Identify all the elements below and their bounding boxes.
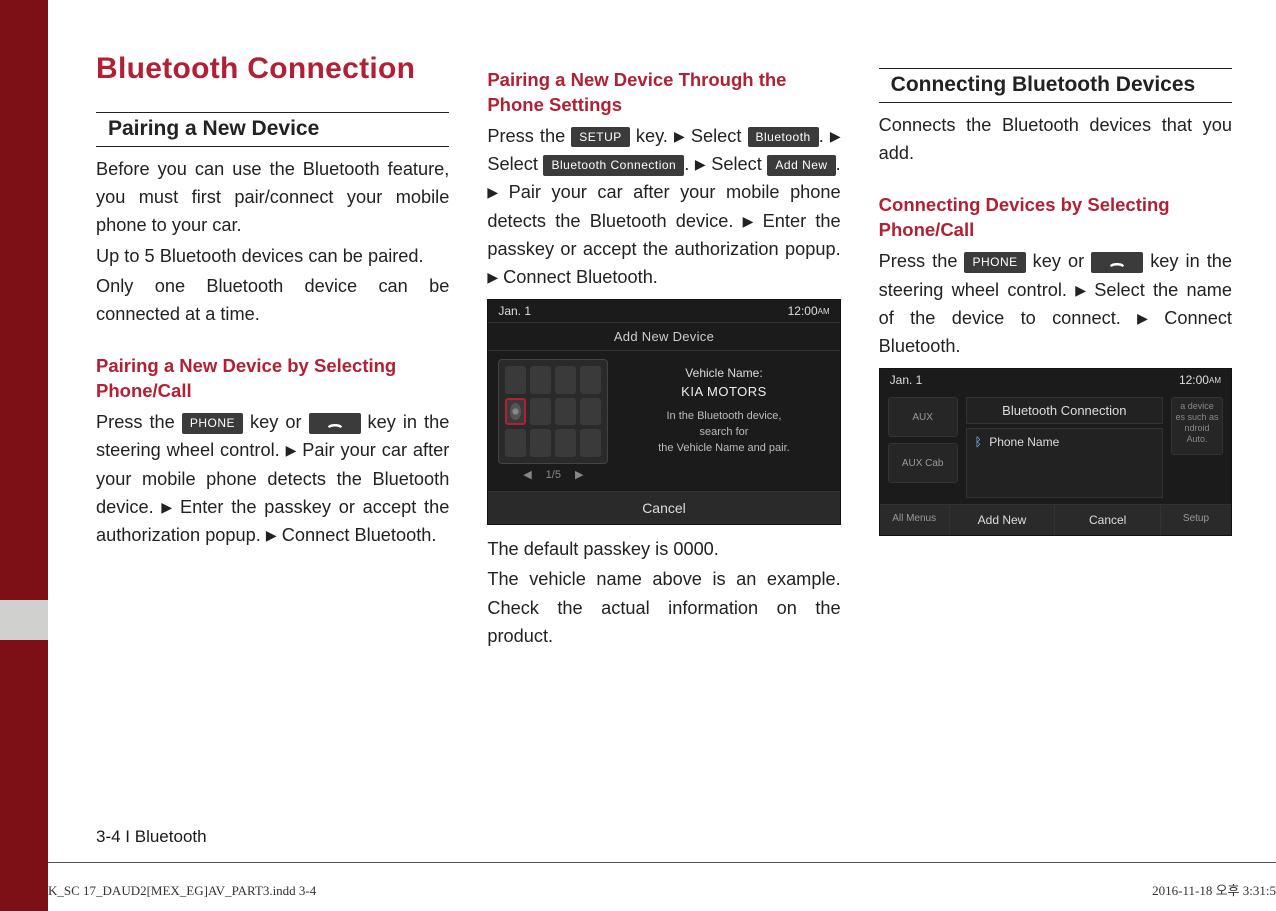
panel-title: Bluetooth Connection (966, 397, 1163, 424)
hint: In the Bluetooth device, (618, 409, 829, 425)
settings-app-icon (505, 398, 526, 426)
shot-info: Vehicle Name: KIA MOTORS In the Bluetoot… (618, 359, 829, 487)
txt: Select (685, 126, 748, 146)
screenshot-add-new-device: Jan. 1 12:00AM Add New Device ◀ 1/5 (487, 299, 840, 525)
page-number: 3-4 I Bluetooth (96, 827, 207, 847)
column-3: Connecting Bluetooth Devices Connects th… (879, 52, 1232, 652)
txt: Select (487, 154, 543, 174)
para: Only one Bluetooth device can be connect… (96, 272, 449, 328)
vehicle-name: KIA MOTORS (618, 383, 829, 402)
setup-key: SETUP (571, 127, 630, 147)
txt: . (819, 126, 830, 146)
cancel-button[interactable]: Cancel (1055, 505, 1161, 535)
add-new-button[interactable]: Add New (950, 505, 1056, 535)
para: Up to 5 Bluetooth devices can be paired. (96, 242, 449, 270)
chevron-right-icon: ▶ (575, 468, 583, 481)
arrow-icon: ▶ (1075, 280, 1086, 302)
left-sidebar (0, 0, 48, 911)
arrow-icon: ▶ (830, 126, 841, 148)
footer-timestamp: 2016-11-18 오후 3:31:5 (1152, 880, 1276, 899)
cancel-button[interactable]: Cancel (488, 491, 839, 524)
txt: Press the (879, 251, 965, 271)
bluetooth-connection-key: Bluetooth Connection (543, 155, 684, 175)
call-icon-key (1091, 252, 1143, 272)
instruction-para: Press the PHONE key or key in the steeri… (879, 247, 1232, 360)
txt: key or (243, 412, 309, 432)
instruction-para: Press the PHONE key or key in the steeri… (96, 408, 449, 549)
txt: key. (630, 126, 674, 146)
aux-cell: AUX (888, 397, 958, 437)
shot-time: 12:00AM (1179, 373, 1221, 387)
arrow-icon: ▶ (1137, 308, 1148, 330)
shot-time: 12:00AM (788, 304, 830, 318)
all-menus-button[interactable]: All Menus (880, 505, 950, 535)
bluetooth-key: Bluetooth (748, 127, 819, 147)
para: Before you can use the Bluetooth feature… (96, 155, 449, 240)
section-heading: Connecting Bluetooth Devices (891, 73, 1196, 96)
arrow-icon: ▶ (266, 525, 277, 547)
device-list: ᛒ Phone Name (966, 428, 1163, 498)
arrow-icon: ▶ (487, 267, 498, 289)
add-new-key: Add New (767, 155, 835, 175)
section-pairing: Pairing a New Device (96, 112, 449, 147)
device-info: a device es such as ndroid Auto. (1171, 397, 1223, 455)
arrow-icon: ▶ (743, 211, 754, 233)
txt: Connect Bluetooth. (498, 267, 658, 287)
pager: ◀ 1/5 ▶ (498, 464, 608, 487)
right-panel: a device es such as ndroid Auto. (1171, 397, 1223, 498)
arrow-icon: ▶ (161, 497, 172, 519)
phone-key: PHONE (964, 252, 1025, 272)
phone-key: PHONE (182, 413, 243, 433)
instruction-para: Press the SETUP key. ▶ Select Bluetooth.… (487, 122, 840, 291)
txt: . (836, 154, 841, 174)
txt: key or (1026, 251, 1092, 271)
para: The vehicle name above is an example. Ch… (487, 565, 840, 650)
page-title: Bluetooth Connection (96, 52, 449, 86)
aux-cable-cell: AUX Cab (888, 443, 958, 483)
para: Connects the Bluetooth devices that you … (879, 111, 1232, 167)
bottom-bar: All Menus Add New Cancel Setup (880, 504, 1231, 535)
txt: Select (706, 154, 768, 174)
chevron-left-icon: ◀ (523, 468, 531, 481)
arrow-icon: ▶ (487, 182, 498, 204)
call-icon-key (309, 413, 361, 433)
txt: Press the (96, 412, 182, 432)
device-item[interactable]: Phone Name (989, 435, 1059, 449)
sub-heading: Connecting Devices by Selecting Phone/Ca… (879, 193, 1232, 243)
column-1: Bluetooth Connection Pairing a New Devic… (96, 52, 449, 652)
txt: . (684, 154, 695, 174)
hint: the Vehicle Name and pair. (618, 441, 829, 457)
shot-date: Jan. 1 (498, 304, 531, 318)
section-heading: Pairing a New Device (108, 117, 319, 140)
shot-date: Jan. 1 (890, 373, 923, 387)
sidebar-tab (0, 600, 48, 640)
section-connecting: Connecting Bluetooth Devices (879, 68, 1232, 103)
left-panel: AUX AUX Cab (888, 397, 958, 498)
page-content: Bluetooth Connection Pairing a New Devic… (48, 0, 1276, 911)
shot-title: Add New Device (488, 322, 839, 351)
bluetooth-icon: ᛒ (975, 435, 982, 449)
arrow-icon: ▶ (286, 440, 297, 462)
phone-app-grid (498, 359, 608, 464)
column-2: Pairing a New Device Through the Phone S… (487, 52, 840, 652)
txt: Connect Bluetooth. (277, 525, 437, 545)
arrow-icon: ▶ (695, 154, 706, 176)
footer-filename: K_SC 17_DAUD2[MEX_EG]AV_PART3.indd 3-4 (48, 883, 316, 899)
setup-button[interactable]: Setup (1161, 505, 1231, 535)
hint: search for (618, 425, 829, 441)
arrow-icon: ▶ (674, 126, 685, 148)
sub-heading: Pairing a New Device by Selecting Phone/… (96, 354, 449, 404)
txt: Press the (487, 126, 571, 146)
para: The default passkey is 0000. (487, 535, 840, 563)
footer-divider (48, 862, 1276, 863)
screenshot-bluetooth-connection: Jan. 1 12:00AM AUX AUX Cab Bluetooth Con… (879, 368, 1232, 536)
vehicle-name-label: Vehicle Name: (618, 365, 829, 382)
sub-heading: Pairing a New Device Through the Phone S… (487, 68, 840, 118)
pager-text: 1/5 (546, 469, 561, 481)
